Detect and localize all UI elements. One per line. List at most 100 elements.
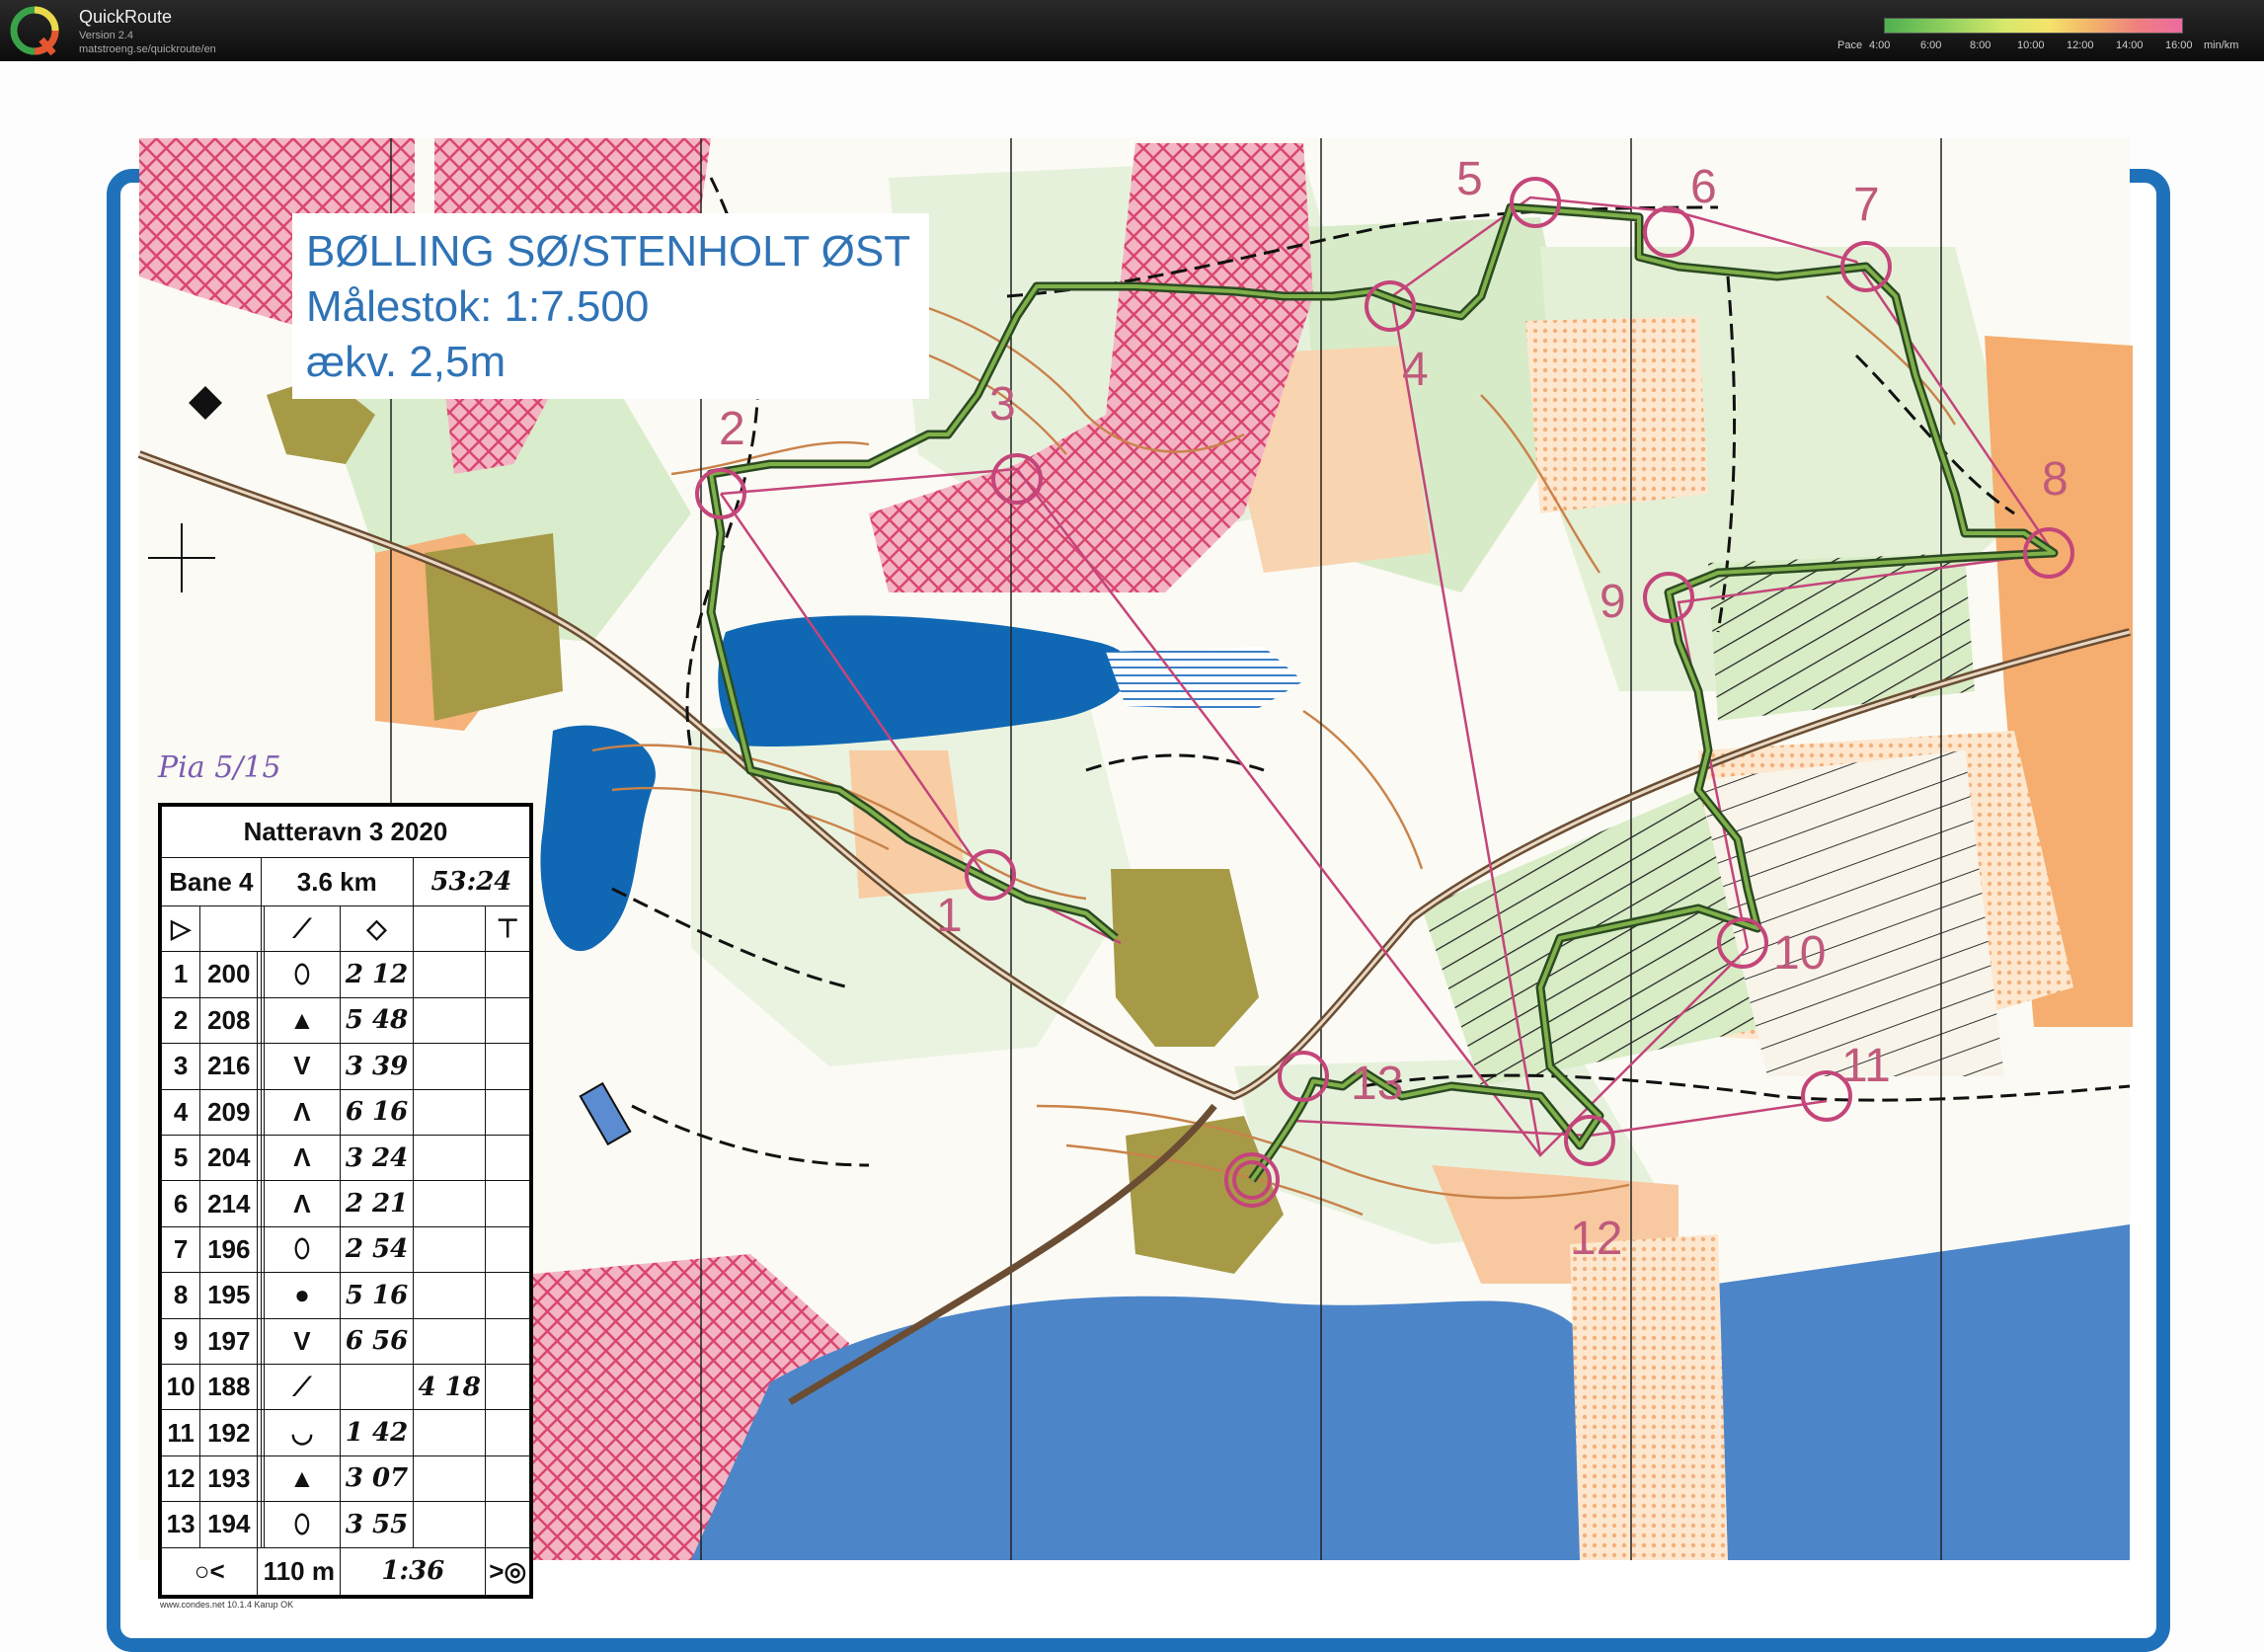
control-order: 6 <box>160 1180 201 1227</box>
control-number: 4 <box>1402 344 1429 396</box>
split-time: 3 07 <box>340 1455 414 1503</box>
split-time-extra <box>412 996 487 1045</box>
split-time-extra <box>412 1134 487 1182</box>
feature-symbol-icon: ▲ <box>263 1455 342 1503</box>
map-title: BØLLING SØ/STENHOLT ØST <box>306 227 911 275</box>
control-order: 9 <box>160 1317 201 1365</box>
location-col <box>485 996 530 1045</box>
split-time: 3 24 <box>340 1134 414 1182</box>
control-number: 8 <box>2042 453 2069 506</box>
map-canvas[interactable]: BØLLING SØ/STENHOLT ØST Målestok: 1:7.50… <box>0 61 2264 1652</box>
pace-tick: 8:00 <box>1970 39 1991 51</box>
finish-symbol-icon: >◎ <box>485 1546 530 1597</box>
pace-tick: 4:00 <box>1869 39 1891 51</box>
split-time: 2 21 <box>340 1180 414 1227</box>
control-order: 4 <box>160 1088 201 1136</box>
split-time-extra <box>412 1225 487 1274</box>
location-col <box>485 1180 530 1227</box>
control-number: 11 <box>1841 1040 1891 1092</box>
split-time: 3 55 <box>340 1501 414 1548</box>
finish-distance: 110 m <box>257 1546 342 1597</box>
feature-symbol-icon: ● <box>263 1272 342 1319</box>
control-number: 13 <box>1351 1058 1404 1110</box>
map-title-box: BØLLING SØ/STENHOLT ØST Målestok: 1:7.50… <box>292 213 929 399</box>
description-row: 2 208 ▲ 5 48 <box>160 996 530 1045</box>
control-code: 193 <box>199 1455 259 1503</box>
location-col <box>485 1455 530 1503</box>
finish-split: 1:36 <box>340 1546 487 1597</box>
control-number: 1 <box>936 890 963 942</box>
feature-symbol-icon: Λ <box>263 1088 342 1136</box>
control-code: 209 <box>199 1088 259 1136</box>
control-order: 7 <box>160 1225 201 1274</box>
tee-symbol-icon: ⊤ <box>485 905 530 953</box>
split-time-extra <box>412 1043 487 1090</box>
pace-tick: 16:00 <box>2165 39 2193 51</box>
control-code: 194 <box>199 1501 259 1548</box>
description-row: 9 197 V 6 56 <box>160 1317 530 1365</box>
pace-label: Pace <box>1837 39 1863 51</box>
split-time: 3 39 <box>340 1043 414 1090</box>
split-time-extra <box>412 1180 487 1227</box>
description-row: 10 188 ⟋ 4 18 <box>160 1363 530 1411</box>
location-col <box>485 1317 530 1365</box>
handwritten-note: Pia 5/15 <box>158 750 281 785</box>
feature-symbol-icon: ⬯ <box>263 1501 342 1548</box>
pace-tick: 12:00 <box>2067 39 2094 51</box>
feature-symbol-icon: ⟋ <box>263 1363 342 1411</box>
control-code: 216 <box>199 1043 259 1090</box>
control-description-sheet: Natteravn 3 2020 Bane 4 3.6 km 53:24 ▷ ⟋… <box>158 803 533 1599</box>
control-code: 195 <box>199 1272 259 1319</box>
split-time: 5 16 <box>340 1272 414 1319</box>
event-name: Natteravn 3 2020 <box>161 805 530 859</box>
split-time <box>340 1363 414 1411</box>
feature-symbol-icon: Λ <box>263 1180 342 1227</box>
control-number: 9 <box>1600 576 1626 628</box>
split-time-extra: 4 18 <box>412 1363 487 1411</box>
control-order: 2 <box>160 996 201 1045</box>
control-number: 3 <box>989 378 1016 431</box>
vegetation-stripes <box>1708 553 1975 721</box>
split-time: 1 42 <box>340 1409 414 1456</box>
description-row: 4 209 Λ 6 16 <box>160 1088 530 1136</box>
description-row: 11 192 ◡ 1 42 <box>160 1409 530 1456</box>
diagonal-symbol-icon: ⟋ <box>263 905 342 953</box>
split-time: 6 56 <box>340 1317 414 1365</box>
rough-open-land <box>1525 316 1708 513</box>
description-row: 8 195 ● 5 16 <box>160 1272 530 1319</box>
control-order: 10 <box>160 1363 201 1411</box>
control-code: 208 <box>199 996 259 1045</box>
description-row: 1 200 ⬯ 2 12 <box>160 951 530 998</box>
total-time: 53:24 <box>412 857 531 906</box>
control-number: 5 <box>1456 153 1483 205</box>
control-order: 12 <box>160 1455 201 1503</box>
control-order: 8 <box>160 1272 201 1319</box>
control-order: 5 <box>160 1134 201 1182</box>
app-version: Version 2.4 <box>79 30 134 41</box>
location-col <box>485 1409 530 1456</box>
control-code: 188 <box>199 1363 259 1411</box>
split-time: 5 48 <box>340 996 414 1045</box>
split-time: 2 12 <box>340 951 414 998</box>
control-order: 1 <box>160 951 201 998</box>
split-time-extra <box>412 1409 487 1456</box>
description-row: 3 216 V 3 39 <box>160 1043 530 1090</box>
finish-start-symbol-icon: ○< <box>160 1546 259 1597</box>
location-col <box>485 951 530 998</box>
split-time: 2 54 <box>340 1225 414 1274</box>
location-col <box>485 1043 530 1090</box>
control-number: 7 <box>1853 179 1880 231</box>
location-col <box>485 1134 530 1182</box>
control-order: 3 <box>160 1043 201 1090</box>
location-col <box>485 1225 530 1274</box>
map-credit: www.condes.net 10.1.4 Karup OK <box>160 1600 294 1610</box>
feature-symbol-icon: Λ <box>263 1134 342 1182</box>
pace-tick: 14:00 <box>2116 39 2144 51</box>
control-code: 192 <box>199 1409 259 1456</box>
app-url[interactable]: matstroeng.se/quickroute/en <box>79 43 216 55</box>
control-code: 214 <box>199 1180 259 1227</box>
quickroute-logo-icon <box>10 6 59 56</box>
description-row: 13 194 ⬯ 3 55 <box>160 1501 530 1548</box>
control-order: 11 <box>160 1409 201 1456</box>
diamond-symbol-icon: ◇ <box>340 905 414 953</box>
